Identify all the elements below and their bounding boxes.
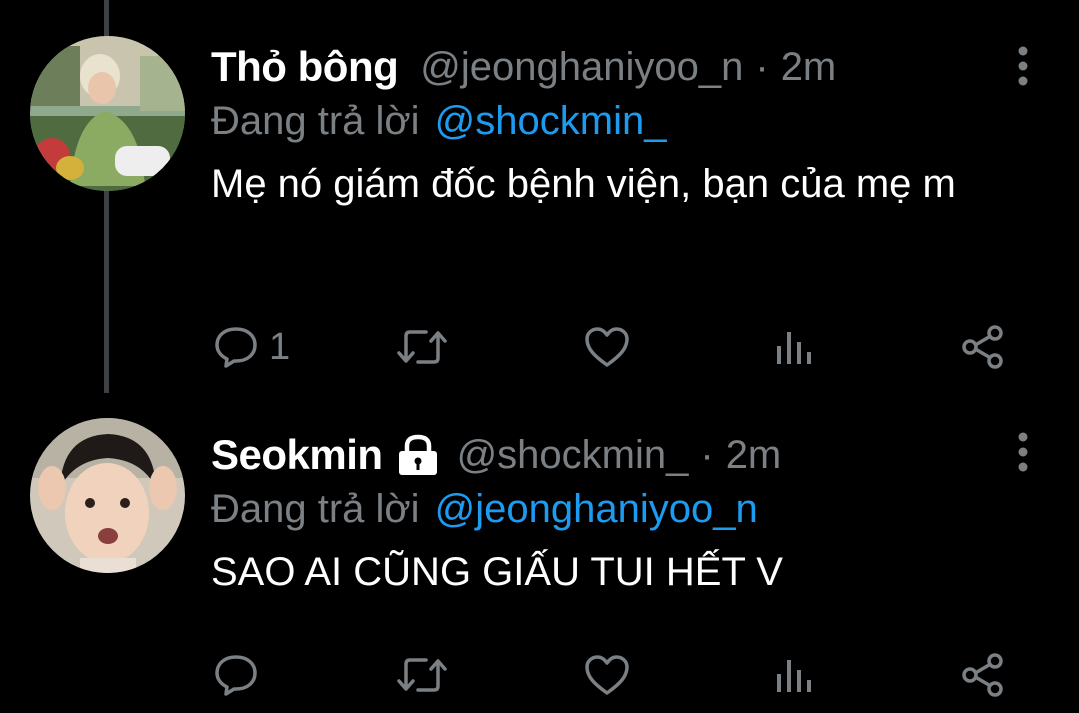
reply-button[interactable]: 1 [213,322,290,372]
reply-icon [215,655,257,696]
reply-count: 1 [269,325,291,368]
avatar[interactable] [30,418,185,573]
retweet-icon [397,330,447,364]
avatar[interactable] [30,36,185,191]
tweet-actions: 1 [211,322,1079,372]
lock-icon [395,434,441,476]
share-button[interactable] [960,650,1006,700]
bar-chart-icon [777,332,811,364]
tweet[interactable]: Thỏ bông @jeonghaniyoo_n · 2m Đang trả l… [0,0,1079,400]
display-name[interactable]: Seokmin [211,431,383,479]
retweet-button[interactable] [396,650,448,700]
separator-dot: · [755,44,769,89]
reply-icon [215,327,257,368]
like-button[interactable] [583,322,631,372]
tweet[interactable]: Seokmin @shockmin_ · 2m Đang trả lời @je… [0,400,1079,713]
separator-dot: · [700,432,714,477]
timestamp[interactable]: 2m [726,433,782,478]
retweet-icon [397,658,447,692]
share-icon [962,653,1003,697]
reply-mention-link[interactable]: @shockmin_ [435,99,667,143]
tweet-text: Mẹ nó giám đốc bệnh viện, bạn của mẹ m [211,162,956,206]
share-icon [962,325,1003,369]
retweet-button[interactable] [396,322,448,372]
heart-icon [585,655,629,695]
more-options-icon[interactable] [1017,46,1029,86]
views-button[interactable] [774,322,814,372]
tweet-actions [211,650,1079,700]
more-options-icon[interactable] [1017,432,1029,472]
tweet-text: SAO AI CŨNG GIẤU TUI HẾT V [211,550,783,594]
replying-to: Đang trả lời @jeonghaniyoo_n [211,482,1079,536]
replying-to: Đang trả lời @shockmin_ [211,94,1079,148]
reply-button[interactable] [213,650,269,700]
user-handle[interactable]: @jeonghaniyoo_n [420,45,743,90]
replying-to-label: Đang trả lời [211,99,420,143]
views-button[interactable] [774,650,814,700]
bar-chart-icon [777,660,811,692]
display-name[interactable]: Thỏ bông [211,43,399,91]
reply-mention-link[interactable]: @jeonghaniyoo_n [435,487,758,531]
timestamp[interactable]: 2m [781,45,837,90]
heart-icon [585,327,629,367]
share-button[interactable] [960,322,1006,372]
user-handle[interactable]: @shockmin_ [457,433,689,478]
replying-to-label: Đang trả lời [211,487,420,531]
like-button[interactable] [583,650,631,700]
